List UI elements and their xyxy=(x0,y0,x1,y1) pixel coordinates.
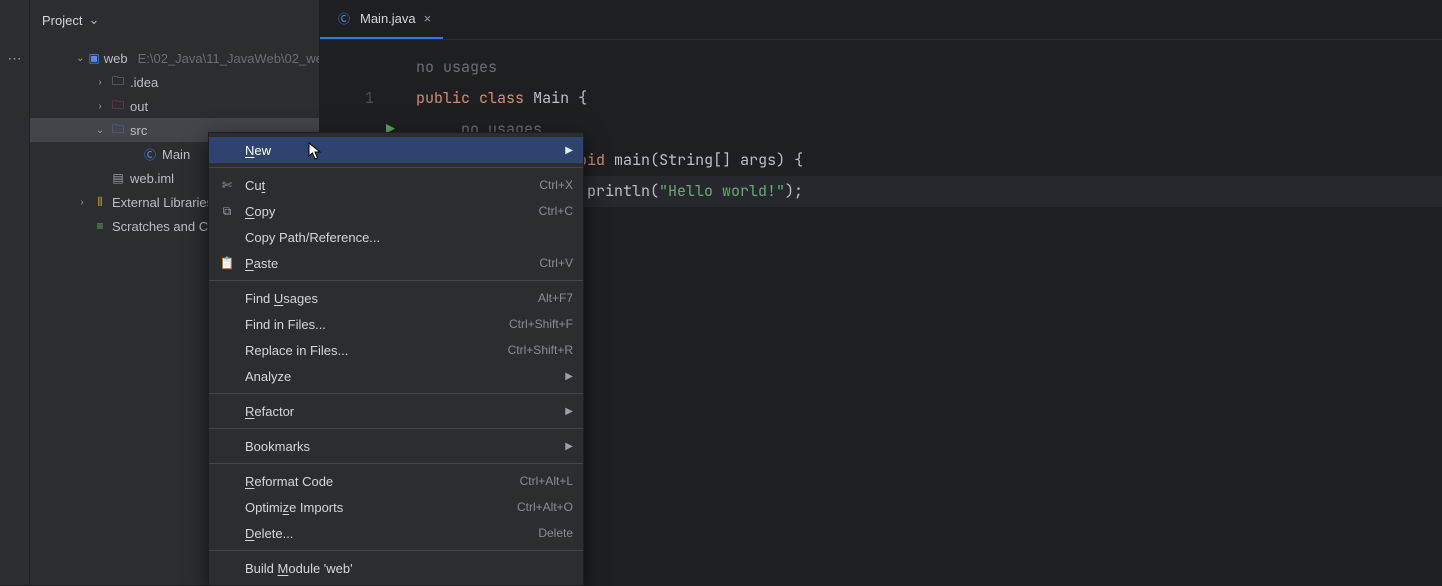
menu-bookmarks[interactable]: Bookmarks ▶ xyxy=(209,433,583,459)
line-number: 1 xyxy=(320,83,374,114)
tree-node-web[interactable]: ⌄ ▣ web E:\02_Java\11_JavaWeb\02_web xyxy=(30,46,319,70)
editor-tabs: Ⓒ Main.java × xyxy=(320,0,1442,40)
node-label: src xyxy=(130,123,147,138)
scratch-icon: ≡ xyxy=(92,218,108,234)
menu-separator xyxy=(209,393,583,394)
tree-node-out[interactable]: › 🗀 out xyxy=(30,94,319,118)
hotkey: Ctrl+Shift+R xyxy=(508,343,573,357)
module-folder-icon: ▣ xyxy=(88,50,99,66)
chevron-down-icon: ⌄ xyxy=(88,12,99,28)
submenu-arrow-icon: ▶ xyxy=(565,145,573,156)
menu-reformat[interactable]: Reformat Code Ctrl+Alt+L xyxy=(209,468,583,494)
menu-separator xyxy=(209,167,583,168)
menu-separator xyxy=(209,428,583,429)
menu-build-module[interactable]: Build Module 'web' xyxy=(209,555,583,581)
menu-separator xyxy=(209,550,583,551)
menu-delete[interactable]: Delete... Delete xyxy=(209,520,583,546)
folder-icon: 🗀 xyxy=(110,74,126,90)
submenu-arrow-icon: ▶ xyxy=(565,441,573,452)
expand-arrow-icon[interactable]: ⌄ xyxy=(76,53,84,64)
menu-copy[interactable]: ⧉ Copy Ctrl+C xyxy=(209,198,583,224)
project-title: Project xyxy=(42,13,82,28)
menu-new[interactable]: New ▶ xyxy=(209,137,583,163)
cut-icon: ✄ xyxy=(219,178,235,192)
hotkey: Ctrl+Alt+O xyxy=(517,500,573,514)
node-label: out xyxy=(130,99,148,114)
node-label: web xyxy=(104,51,128,66)
hotkey: Ctrl+C xyxy=(539,204,573,218)
usage-hint: no usages xyxy=(416,57,497,77)
hotkey: Delete xyxy=(538,526,573,540)
expand-arrow-icon[interactable]: › xyxy=(94,101,106,112)
tree-node-idea[interactable]: › 🗀 .idea xyxy=(30,70,319,94)
node-label: .idea xyxy=(130,75,158,90)
file-icon: ▤ xyxy=(110,170,126,186)
library-icon: ⫴ xyxy=(92,194,108,210)
menu-separator xyxy=(209,463,583,464)
paste-icon: 📋 xyxy=(219,256,235,270)
node-label: web.iml xyxy=(130,171,174,186)
menu-optimize-imports[interactable]: Optimize Imports Ctrl+Alt+O xyxy=(209,494,583,520)
expand-arrow-icon[interactable]: › xyxy=(76,197,88,208)
class-icon: Ⓒ xyxy=(336,10,352,26)
tool-window-bar: ⋯ xyxy=(0,0,30,585)
menu-find-usages[interactable]: Find Usages Alt+F7 xyxy=(209,285,583,311)
source-folder-icon: 🗀 xyxy=(110,122,126,138)
menu-analyze[interactable]: Analyze ▶ xyxy=(209,363,583,389)
menu-cut[interactable]: ✄ Cut Ctrl+X xyxy=(209,172,583,198)
project-header[interactable]: Project ⌄ xyxy=(30,0,319,40)
hotkey: Ctrl+V xyxy=(539,256,573,270)
menu-copy-path[interactable]: Copy Path/Reference... xyxy=(209,224,583,250)
expand-arrow-icon[interactable]: ⌄ xyxy=(94,125,106,136)
submenu-arrow-icon: ▶ xyxy=(565,406,573,417)
node-label: External Libraries xyxy=(112,195,213,210)
context-menu: New ▶ ✄ Cut Ctrl+X ⧉ Copy Ctrl+C Copy Pa… xyxy=(208,132,584,586)
hotkey: Alt+F7 xyxy=(538,291,573,305)
expand-arrow-icon[interactable]: › xyxy=(94,77,106,88)
menu-refactor[interactable]: Refactor ▶ xyxy=(209,398,583,424)
hotkey: Ctrl+Shift+F xyxy=(509,317,573,331)
close-icon[interactable]: × xyxy=(424,11,432,26)
node-path: E:\02_Java\11_JavaWeb\02_web xyxy=(138,51,319,66)
hotkey: Ctrl+X xyxy=(539,178,573,192)
menu-paste[interactable]: 📋 Paste Ctrl+V xyxy=(209,250,583,276)
submenu-arrow-icon: ▶ xyxy=(565,371,573,382)
folder-excluded-icon: 🗀 xyxy=(110,98,126,114)
menu-separator xyxy=(209,280,583,281)
node-label: Main xyxy=(162,147,190,162)
more-icon[interactable]: ⋯ xyxy=(8,50,22,67)
class-icon: Ⓒ xyxy=(142,146,158,162)
menu-replace-in-files[interactable]: Replace in Files... Ctrl+Shift+R xyxy=(209,337,583,363)
hotkey: Ctrl+Alt+L xyxy=(520,474,573,488)
tab-label: Main.java xyxy=(360,11,416,26)
copy-icon: ⧉ xyxy=(219,204,235,219)
tab-main-java[interactable]: Ⓒ Main.java × xyxy=(320,0,443,39)
menu-find-in-files[interactable]: Find in Files... Ctrl+Shift+F xyxy=(209,311,583,337)
